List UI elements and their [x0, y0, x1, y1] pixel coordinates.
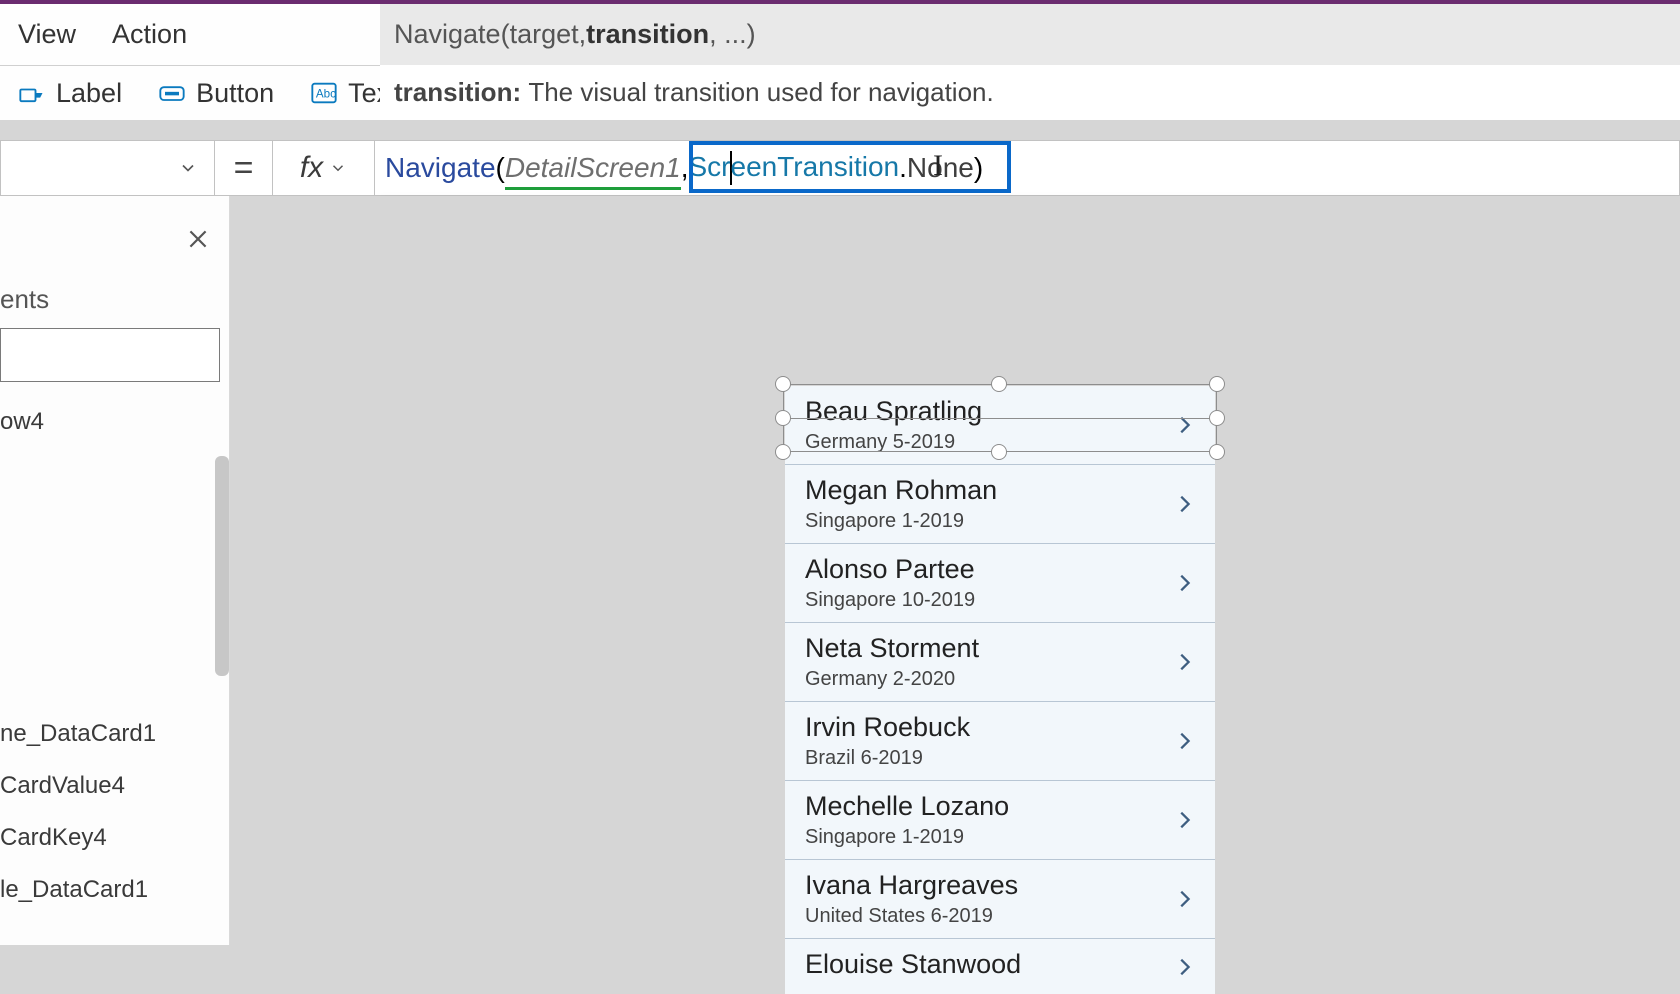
- chevron-right-icon[interactable]: [1173, 489, 1195, 519]
- insert-label-button[interactable]: Label: [0, 78, 140, 109]
- tree-view-panel: ents ow4 ne_DataCard1 CardValue4 CardKey…: [0, 196, 230, 945]
- panel-heading: ents: [0, 284, 49, 315]
- param-name: transition:: [394, 77, 521, 108]
- tree-item[interactable]: CardValue4: [0, 760, 229, 812]
- chevron-right-icon[interactable]: [1173, 884, 1195, 914]
- list-item-name: Elouise Stanwood: [805, 949, 1021, 980]
- close-icon: [185, 226, 211, 252]
- list-item-sub: United States 6-2019: [805, 905, 1018, 928]
- tree-scrollbar[interactable]: [215, 456, 229, 676]
- text-cursor-icon: I: [933, 149, 943, 183]
- formula-token-enum: ScreenTransition: [689, 151, 900, 186]
- list-item[interactable]: Neta Storment Germany 2-2020: [785, 623, 1215, 702]
- list-item[interactable]: Alonso Partee Singapore 10-2019: [785, 544, 1215, 623]
- list-item-sub: Singapore 1-2019: [805, 826, 1009, 849]
- property-selector[interactable]: [0, 140, 215, 196]
- function-signature-hint: Navigate(target, transition, ...): [380, 4, 1680, 65]
- list-item[interactable]: Megan Rohman Singapore 1-2019: [785, 465, 1215, 544]
- control-tree: ow4 ne_DataCard1 CardValue4 CardKey4 le_…: [0, 396, 229, 945]
- list-item[interactable]: Ivana Hargreaves United States 6-2019: [785, 860, 1215, 939]
- list-item[interactable]: Irvin Roebuck Brazil 6-2019: [785, 702, 1215, 781]
- tree-item[interactable]: le_DataCard1: [0, 864, 229, 916]
- list-item[interactable]: Mechelle Lozano Singapore 1-2019: [785, 781, 1215, 860]
- formula-token-paren: (: [496, 152, 505, 184]
- menu-bar: View Action: [0, 4, 380, 65]
- hint-fn: Navigate: [394, 19, 501, 50]
- chevron-right-icon[interactable]: [1173, 952, 1195, 982]
- formula-token-function: Navigate: [385, 152, 496, 184]
- insert-button-text: Button: [196, 78, 274, 109]
- chevron-right-icon[interactable]: [1173, 647, 1195, 677]
- tree-item[interactable]: ow4: [0, 396, 229, 448]
- chevron-down-icon: [178, 158, 198, 178]
- svg-text:Abc: Abc: [316, 88, 336, 101]
- fx-button[interactable]: fx: [273, 140, 375, 196]
- list-item-sub: Singapore 1-2019: [805, 510, 997, 533]
- list-item-name: Ivana Hargreaves: [805, 870, 1018, 901]
- list-item[interactable]: Beau Spratling Germany 5-2019: [785, 386, 1215, 465]
- formula-token-target: DetailScreen1: [505, 152, 681, 184]
- formula-token-comma: ,: [681, 152, 689, 184]
- chevron-down-icon: [329, 159, 347, 177]
- hint-pre: (target,: [501, 19, 587, 50]
- formula-token-paren-close: ): [974, 152, 983, 184]
- fx-icon: fx: [300, 151, 323, 185]
- list-item-name: Irvin Roebuck: [805, 712, 970, 743]
- chevron-right-icon[interactable]: [1173, 805, 1195, 835]
- tree-item[interactable]: CardKey4: [0, 812, 229, 864]
- equals-label: =: [215, 140, 273, 196]
- tree-search-input[interactable]: [0, 328, 220, 382]
- list-item-name: Neta Storment: [805, 633, 979, 664]
- list-item-name: Alonso Partee: [805, 554, 975, 585]
- formula-bar: = fx Navigate(DetailScreen1, ScreenTrans…: [0, 140, 1680, 196]
- list-item-sub: Germany 5-2019: [805, 431, 982, 454]
- insert-label-text: Label: [56, 78, 122, 109]
- close-panel-button[interactable]: [185, 226, 211, 257]
- design-canvas[interactable]: Beau Spratling Germany 5-2019 Megan Rohm…: [245, 196, 1680, 945]
- list-item[interactable]: Elouise Stanwood: [785, 939, 1215, 994]
- chevron-right-icon[interactable]: [1173, 568, 1195, 598]
- insert-toolbar: Label Button Abc Text: [0, 65, 380, 120]
- parameter-description: transition: The visual transition used f…: [380, 65, 1680, 120]
- list-item-sub: Brazil 6-2019: [805, 747, 970, 770]
- list-item-sub: Germany 2-2020: [805, 668, 979, 691]
- label-icon: [18, 79, 46, 107]
- text-icon: Abc: [310, 79, 338, 107]
- list-item-name: Megan Rohman: [805, 475, 997, 506]
- formula-token-dot: .: [899, 152, 907, 184]
- list-item-name: Mechelle Lozano: [805, 791, 1009, 822]
- chevron-right-icon[interactable]: [1173, 410, 1195, 440]
- menu-view[interactable]: View: [0, 19, 94, 50]
- chevron-right-icon[interactable]: [1173, 726, 1195, 756]
- param-desc: The visual transition used for navigatio…: [528, 77, 993, 108]
- list-item-name: Beau Spratling: [805, 396, 982, 427]
- hint-current-param: transition: [586, 19, 709, 50]
- list-item-sub: Singapore 10-2019: [805, 589, 975, 612]
- hint-post: , ...): [709, 19, 756, 50]
- insert-button-button[interactable]: Button: [140, 78, 292, 109]
- tree-item[interactable]: ne_DataCard1: [0, 708, 229, 760]
- formula-input[interactable]: Navigate(DetailScreen1, ScreenTransition…: [375, 140, 1680, 196]
- gallery-control[interactable]: Beau Spratling Germany 5-2019 Megan Rohm…: [785, 386, 1215, 994]
- button-icon: [158, 79, 186, 107]
- menu-action[interactable]: Action: [94, 19, 205, 50]
